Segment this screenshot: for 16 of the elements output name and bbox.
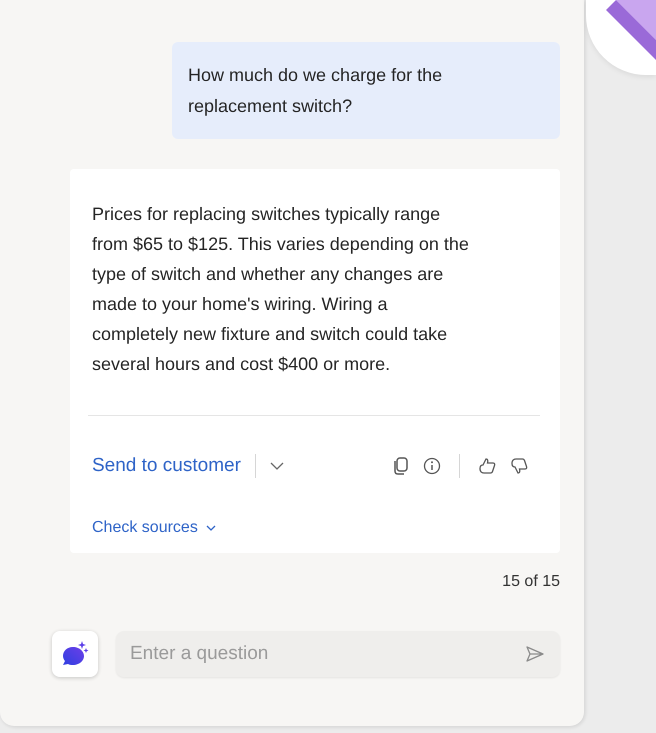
chevron-down-icon	[206, 525, 216, 531]
copy-icon[interactable]	[393, 457, 409, 475]
send-icon[interactable]	[526, 646, 544, 662]
answer-text: Prices for replacing switches typically range from $65 to $125. This varies depending on the type of switch and whether any changes are made to your home's wiring. Wiring a completely new fixture and switch could take several hours and cost $400 or more.	[92, 203, 470, 376]
logo-icon	[586, 0, 656, 75]
chevron-down-icon[interactable]	[270, 462, 284, 470]
check-sources-link[interactable]: Check sources	[92, 519, 216, 537]
copilot-button[interactable]	[52, 631, 98, 677]
thumbs-down-icon[interactable]	[510, 457, 528, 475]
chat-sparkle-icon	[61, 640, 89, 668]
question-field[interactable]: Enter a question	[116, 631, 560, 677]
user-message: How much do we charge for the replacement switch?	[172, 42, 560, 139]
response-counter: 15 of 15	[502, 573, 560, 591]
info-icon[interactable]	[423, 457, 441, 475]
thumbs-up-icon[interactable]	[478, 457, 496, 475]
send-to-customer-link[interactable]: Send to customer	[92, 455, 241, 477]
